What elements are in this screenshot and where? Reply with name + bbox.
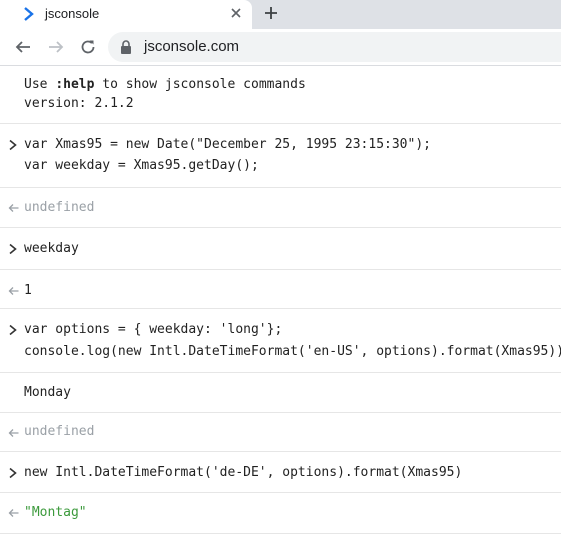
prompt-chevron-icon	[9, 467, 17, 479]
result-value: undefined	[24, 200, 95, 215]
intro-block: Use :help to show jsconsole commands ver…	[0, 66, 561, 124]
close-icon[interactable]	[228, 5, 244, 21]
console-input-row: weekday	[0, 228, 561, 270]
code-line: new Intl.DateTimeFormat('de-DE', options…	[24, 465, 463, 480]
intro-help-line: Use :help to show jsconsole commands	[24, 77, 306, 92]
console-result-row: undefined	[0, 413, 561, 452]
prompt-chevron-icon	[9, 324, 17, 336]
result-value: undefined	[24, 424, 95, 439]
address-bar[interactable]: jsconsole.com	[108, 32, 561, 62]
tab-title: jsconsole	[45, 6, 100, 21]
version-text: version: 2.1.2	[24, 96, 134, 111]
console-input-row: var Xmas95 = new Date("December 25, 1995…	[0, 124, 561, 188]
jsconsole-output[interactable]: Use :help to show jsconsole commands ver…	[0, 66, 561, 541]
result-value: "Montag"	[24, 505, 87, 520]
url-text: jsconsole.com	[144, 38, 240, 55]
result-arrow-icon	[8, 509, 19, 517]
back-arrow-icon[interactable]	[14, 38, 32, 56]
new-tab-icon[interactable]	[262, 4, 280, 22]
console-input-row: new Intl.DateTimeFormat('de-DE', options…	[0, 452, 561, 493]
console-log-row: Monday	[0, 373, 561, 413]
reload-icon[interactable]	[79, 38, 97, 56]
browser-toolbar: jsconsole.com	[0, 29, 561, 66]
code-line: var Xmas95 = new Date("December 25, 1995…	[24, 137, 431, 152]
prompt-chevron-icon	[9, 243, 17, 255]
log-value: Monday	[24, 385, 71, 400]
result-value: 1	[24, 283, 32, 298]
result-arrow-icon	[8, 429, 19, 437]
result-arrow-icon	[8, 287, 19, 295]
intro-use-prefix: Use	[24, 77, 56, 92]
result-arrow-icon	[8, 204, 19, 212]
intro-use-suffix: to show jsconsole commands	[94, 77, 306, 92]
code-line: console.log(new Intl.DateTimeFormat('en-…	[24, 344, 561, 359]
code-line: weekday	[24, 241, 79, 256]
console-result-row: "Montag"	[0, 493, 561, 534]
code-line: var weekday = Xmas95.getDay();	[24, 158, 259, 173]
tab-strip: jsconsole	[0, 0, 561, 29]
chevron-right-icon	[24, 7, 34, 21]
help-command[interactable]: :help	[55, 77, 94, 92]
tab-jsconsole[interactable]: jsconsole	[0, 0, 252, 29]
console-input-row: var options = { weekday: 'long'}; consol…	[0, 309, 561, 373]
prompt-chevron-icon	[9, 139, 17, 151]
console-result-row: undefined	[0, 188, 561, 228]
lock-icon	[121, 40, 131, 54]
code-line: var options = { weekday: 'long'};	[24, 322, 283, 337]
forward-arrow-icon[interactable]	[47, 38, 65, 56]
console-result-row: 1	[0, 270, 561, 309]
